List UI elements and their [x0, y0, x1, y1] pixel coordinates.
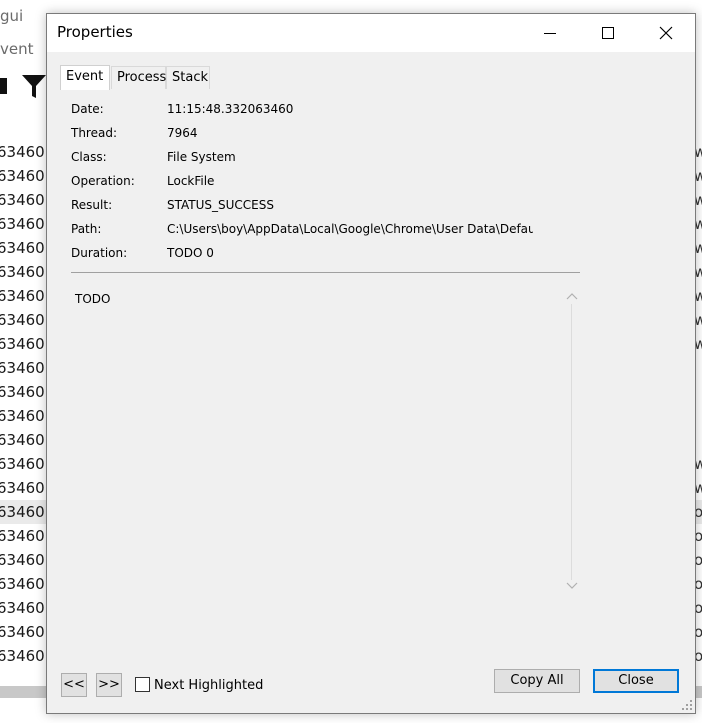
next-button[interactable]: >> — [96, 673, 122, 697]
path-value: C:\Users\boy\AppData\Local\Google\Chrome… — [167, 222, 533, 236]
event-time-fragment: 63460 — [0, 143, 45, 161]
event-time-fragment: 63460 — [0, 599, 45, 617]
result-value: STATUS_SUCCESS — [167, 198, 274, 212]
event-time-fragment: 63460 — [0, 239, 45, 257]
operation-value: LockFile — [167, 174, 215, 188]
event-time-fragment: 63460 — [0, 191, 45, 209]
filter-icon[interactable] — [22, 74, 46, 103]
tab-process[interactable]: Process — [111, 66, 166, 89]
maximize-button[interactable] — [579, 14, 637, 52]
path-label: Path: — [71, 222, 102, 236]
minimize-button[interactable] — [521, 14, 579, 52]
title-bar[interactable]: Properties — [47, 14, 695, 52]
event-time-fragment: 63460 — [0, 311, 45, 329]
event-time-fragment: 63460 — [0, 407, 45, 425]
detail-textarea[interactable]: TODO — [71, 284, 581, 600]
background-menu-fragment: vent — [0, 40, 34, 58]
date-label: Date: — [71, 102, 104, 116]
event-time-fragment: 63460 — [0, 359, 45, 377]
event-time-fragment: 63460 — [0, 623, 45, 641]
event-time-fragment: 63460 — [0, 503, 45, 521]
event-time-fragment: 63460 — [0, 455, 45, 473]
horizontal-scrollbar[interactable] — [0, 686, 48, 698]
next-highlighted-label: Next Highlighted — [154, 678, 264, 693]
result-label: Result: — [71, 198, 113, 212]
copy-all-button[interactable]: Copy All — [494, 669, 580, 693]
event-time-fragment: 63460 — [0, 575, 45, 593]
operation-label: Operation: — [71, 174, 135, 188]
event-time-fragment: 63460 — [0, 431, 45, 449]
event-time-fragment: 63460 — [0, 383, 45, 401]
event-time-fragment: 63460 — [0, 335, 45, 353]
event-time-fragment: 63460 — [0, 167, 45, 185]
background-title-fragment: gui — [0, 7, 24, 25]
separator — [71, 272, 580, 273]
scroll-down-icon — [566, 582, 578, 589]
event-time-fragment: 63460 — [0, 647, 45, 665]
event-time-fragment: 63460 — [0, 527, 45, 545]
thread-label: Thread: — [71, 126, 118, 140]
tab-event[interactable]: Event — [60, 65, 110, 90]
close-button[interactable]: Close — [593, 669, 679, 693]
class-value: File System — [167, 150, 236, 164]
event-time-fragment: 63460 — [0, 479, 45, 497]
duration-label: Duration: — [71, 246, 128, 260]
close-window-button[interactable] — [637, 14, 695, 52]
previous-button[interactable]: << — [61, 673, 87, 697]
scroll-up-icon — [566, 293, 578, 300]
duration-value: TODO 0 — [167, 246, 214, 260]
tab-stack[interactable]: Stack — [166, 66, 210, 89]
detail-scrollbar[interactable] — [563, 284, 581, 600]
event-time-fragment: 63460 — [0, 551, 45, 569]
minimize-icon — [544, 33, 556, 34]
close-icon — [659, 26, 673, 40]
event-time-fragment: 63460 — [0, 263, 45, 281]
toolbar-icon-fragment[interactable] — [0, 76, 8, 101]
event-time-fragment: 63460 — [0, 287, 45, 305]
dialog-title: Properties — [57, 23, 133, 41]
properties-dialog: Properties Event Process Stack Date: 11:… — [46, 13, 696, 714]
thread-value: 7964 — [167, 126, 198, 140]
class-label: Class: — [71, 150, 107, 164]
scroll-track[interactable] — [571, 304, 572, 580]
detail-text: TODO — [75, 292, 111, 306]
resize-grip-icon[interactable] — [681, 699, 693, 711]
date-value: 11:15:48.332063460 — [167, 102, 294, 116]
next-highlighted-checkbox[interactable] — [135, 677, 150, 692]
event-time-fragment: 63460 — [0, 215, 45, 233]
maximize-icon — [602, 27, 614, 39]
